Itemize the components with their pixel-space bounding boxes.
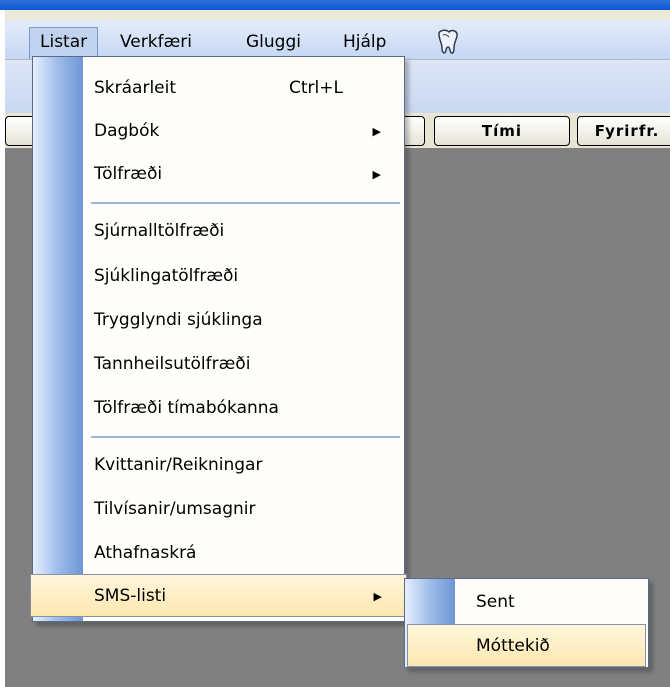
submenu-item-sent[interactable]: Sent bbox=[406, 581, 647, 624]
menu-item-label: SMS-listi bbox=[94, 586, 167, 606]
menu-item-tolfraedi[interactable]: Tölfræði ▶ bbox=[34, 153, 403, 196]
menu-item-label: Tannheilsutölfræði bbox=[94, 354, 251, 374]
sms-listi-submenu: Sent Móttekið bbox=[404, 578, 649, 668]
window-title-strip bbox=[0, 0, 670, 10]
menu-item-tolfraedi-timabokanna[interactable]: Tölfræði tímabókanna bbox=[34, 387, 403, 430]
submenu-arrow-icon: ▶ bbox=[373, 590, 382, 603]
menu-item-label: Sent bbox=[476, 592, 515, 612]
menu-separator bbox=[91, 202, 400, 204]
menu-item-label: Trygglyndi sjúklinga bbox=[94, 310, 263, 330]
menu-item-label: Athafnaskrá bbox=[94, 543, 197, 563]
menu-item-label: Sjúrnalltölfræði bbox=[94, 221, 225, 241]
menu-hjalp[interactable]: Hjálp bbox=[333, 28, 396, 58]
menu-item-skraarleit[interactable]: Skráarleit Ctrl+L bbox=[34, 67, 403, 110]
menu-listar[interactable]: Listar bbox=[29, 27, 99, 59]
menu-item-label: Kvittanir/Reikningar bbox=[94, 455, 263, 475]
menu-item-kvittanir-reikningar[interactable]: Kvittanir/Reikningar bbox=[34, 444, 403, 487]
menu-gluggi[interactable]: Gluggi bbox=[236, 28, 311, 58]
submenu-arrow-icon: ▶ bbox=[372, 168, 381, 181]
menu-item-label: Tölfræði tímabókanna bbox=[94, 398, 279, 418]
menu-separator bbox=[91, 436, 400, 438]
submenu-item-mottekid[interactable]: Móttekið bbox=[407, 624, 646, 667]
tooth-help-icon[interactable] bbox=[430, 28, 464, 58]
submenu-arrow-icon: ▶ bbox=[372, 125, 381, 138]
menu-item-tilvisanir-umsagnir[interactable]: Tilvísanir/umsagnir bbox=[34, 488, 403, 531]
menu-item-sjuklingatolfraedi[interactable]: Sjúklingatölfræði bbox=[34, 255, 403, 298]
listar-dropdown-menu: Skráarleit Ctrl+L Dagbók ▶ Tölfræði ▶ Sj… bbox=[30, 56, 407, 622]
menu-item-trygglyndi-sjuklinga[interactable]: Trygglyndi sjúklinga bbox=[34, 299, 403, 342]
menu-item-label: Móttekið bbox=[476, 636, 550, 656]
menu-item-label: Dagbók bbox=[94, 121, 160, 141]
menu-item-label: Sjúklingatölfræði bbox=[94, 266, 239, 286]
column-header-fyrirfr[interactable]: Fyrirfr. bbox=[577, 116, 670, 146]
menu-item-label: Skráarleit bbox=[94, 78, 177, 98]
column-header-timi[interactable]: Tími bbox=[434, 116, 570, 146]
menu-item-shortcut: Ctrl+L bbox=[289, 78, 343, 98]
menu-bar: Listar Verkfæri Gluggi Hjálp bbox=[5, 20, 670, 60]
menu-item-dagbok[interactable]: Dagbók ▶ bbox=[34, 110, 403, 153]
menu-item-sms-listi[interactable]: SMS-listi ▶ bbox=[30, 574, 407, 617]
menu-verkfaeri[interactable]: Verkfæri bbox=[110, 28, 202, 58]
menu-item-sjurnalltolfraedi[interactable]: Sjúrnalltölfræði bbox=[34, 210, 403, 253]
menu-item-tannheilsutolfraedi[interactable]: Tannheilsutölfræði bbox=[34, 343, 403, 386]
menu-item-athafnaskra[interactable]: Athafnaskrá bbox=[34, 532, 403, 575]
menu-item-label: Tölfræði bbox=[94, 164, 163, 184]
menu-item-label: Tilvísanir/umsagnir bbox=[94, 499, 256, 519]
